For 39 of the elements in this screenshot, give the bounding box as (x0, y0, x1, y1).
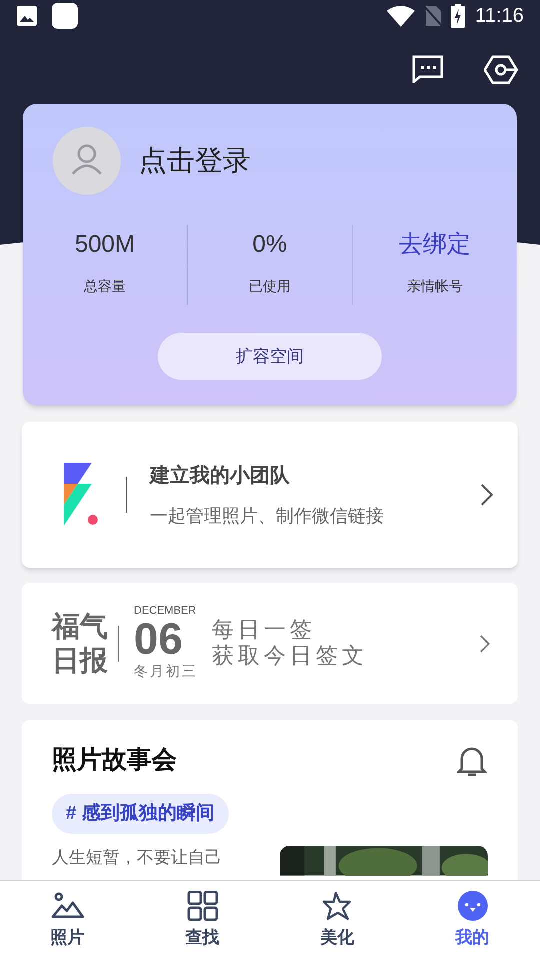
lunar-date: 冬月初三 (134, 663, 198, 682)
topic-tag[interactable]: # 感到孤独的瞬间 (52, 794, 229, 834)
day-number: 06 (134, 618, 184, 662)
stat-label: 总容量 (84, 277, 126, 296)
daily-text: 每日一签 (212, 618, 317, 644)
chevron-right-icon (480, 634, 490, 652)
nav-tab[interactable]: 我的 (405, 881, 540, 960)
expand-storage-button[interactable]: 扩容空间 (158, 333, 382, 380)
brand-text: 福气 (52, 610, 108, 644)
section-title: 照片故事会 (52, 745, 177, 776)
team-card[interactable]: 建立我的小团队 一起管理照片、制作微信链接 (22, 422, 518, 568)
stat-label: 亲情帐号 (407, 277, 463, 296)
nav-tab[interactable]: 美化 (270, 881, 405, 960)
nav-tab[interactable]: 查找 (135, 881, 270, 960)
face-icon (456, 891, 490, 921)
grid-icon (186, 891, 220, 921)
bind-link[interactable]: 去绑定 (399, 227, 471, 263)
wifi-icon (387, 5, 416, 28)
team-subtitle: 一起管理照片、制作微信链接 (150, 504, 385, 528)
story-excerpt: 人生短暂，不要让自己 (52, 848, 223, 869)
photo-icon (50, 891, 84, 921)
settings-icon[interactable] (484, 54, 518, 85)
brand-text: 日报 (52, 644, 108, 678)
stat-value: 500M (74, 230, 136, 260)
chevron-right-icon (480, 483, 494, 507)
daily-text: 获取今日签文 (212, 644, 369, 670)
month-label: DECEMBER (134, 604, 198, 618)
team-title: 建立我的小团队 (150, 464, 291, 488)
image-icon (16, 5, 38, 28)
logo-icon (64, 462, 100, 528)
stat-label: 已使用 (249, 277, 291, 296)
app-icon (52, 3, 78, 30)
no-sim-icon (423, 5, 444, 28)
stat-value: 0% (252, 230, 288, 260)
message-icon[interactable] (412, 54, 444, 83)
battery-icon (451, 4, 466, 28)
status-time: 11:16 (475, 4, 524, 30)
login-link[interactable]: 点击登录 (139, 140, 251, 182)
nav-tab[interactable]: 照片 (0, 881, 135, 960)
